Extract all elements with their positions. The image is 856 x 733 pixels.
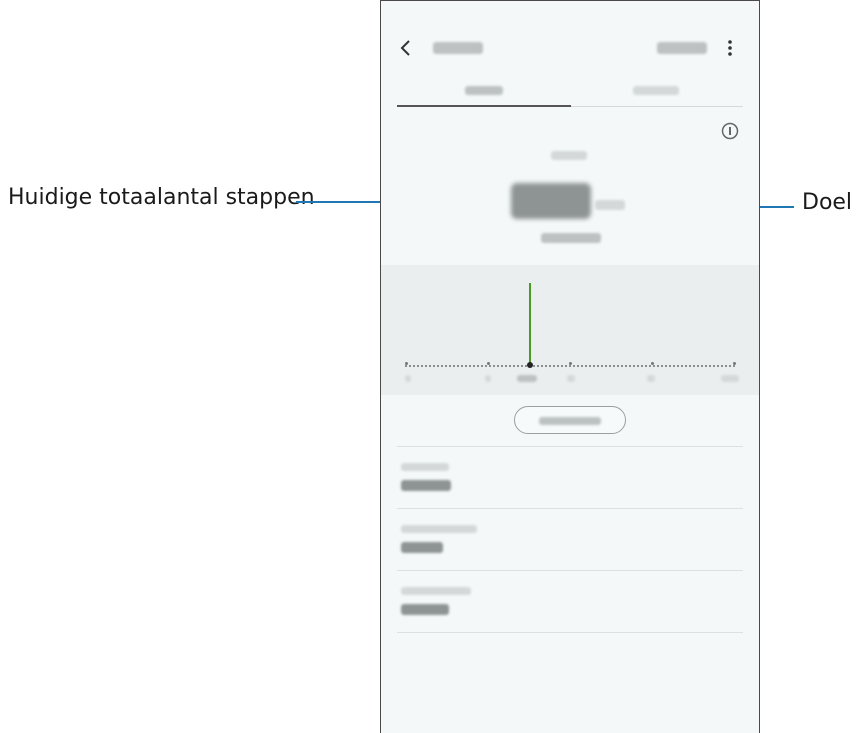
chart-axis-label	[405, 375, 411, 382]
callout-current-total-steps: Huidige totaalantal stappen	[8, 185, 315, 210]
more-options-icon[interactable]	[727, 39, 733, 57]
chart-tick	[733, 362, 736, 365]
phone-screen	[380, 0, 760, 733]
chart-tick	[487, 362, 490, 365]
info-icon[interactable]	[721, 122, 739, 140]
page-title	[433, 42, 483, 54]
history-button-label	[539, 417, 601, 425]
date-label	[551, 151, 587, 160]
stat-label	[401, 587, 471, 595]
chart-tick	[405, 362, 408, 365]
chart-current-time-marker	[527, 362, 533, 368]
stat-row-distance	[381, 447, 759, 507]
chart-axis-label-current	[517, 375, 537, 382]
callout-goal: Doel	[802, 190, 853, 215]
stat-label	[401, 525, 477, 533]
active-tab-indicator	[397, 105, 571, 107]
chart-tick	[569, 362, 572, 365]
stat-value	[401, 480, 451, 491]
stat-value	[401, 542, 443, 553]
steps-goal-value	[595, 200, 625, 210]
tab-trends[interactable]	[465, 86, 503, 95]
stat-row-active-time	[381, 571, 759, 631]
share-button[interactable]	[657, 42, 707, 54]
stat-label	[401, 463, 449, 471]
chart-axis-label	[567, 375, 575, 382]
history-button[interactable]	[514, 406, 626, 434]
stat-row-calories	[381, 509, 759, 569]
distance-summary	[541, 233, 601, 243]
tab-together[interactable]	[633, 86, 679, 95]
stat-value	[401, 604, 449, 615]
current-steps-count	[511, 183, 591, 219]
chart-time-axis	[405, 365, 735, 367]
chart-axis-label	[647, 375, 655, 382]
divider	[397, 632, 743, 633]
back-arrow-icon[interactable]	[399, 39, 411, 57]
chart-step-bar	[529, 283, 531, 365]
chart-axis-label	[485, 375, 491, 382]
chart-tick	[651, 362, 654, 365]
chart-axis-label	[721, 375, 739, 382]
tab-divider	[571, 106, 743, 107]
